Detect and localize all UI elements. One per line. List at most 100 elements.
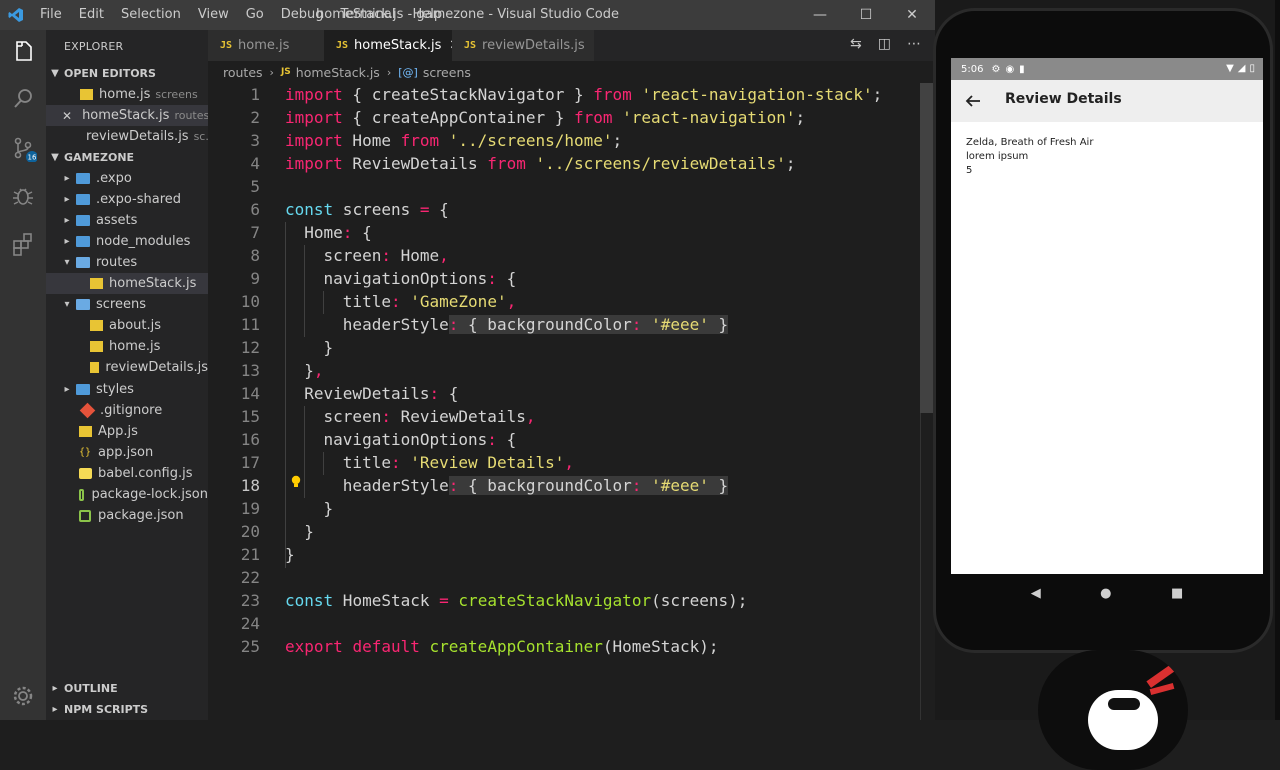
tree-folder[interactable]: ▾ screens bbox=[46, 294, 208, 315]
js-file-icon: JS bbox=[464, 40, 477, 51]
js-file-icon bbox=[79, 426, 92, 437]
tree-file[interactable]: babel.config.js bbox=[46, 463, 208, 484]
maximize-button[interactable]: ☐ bbox=[843, 0, 889, 30]
code-line: Home: { bbox=[285, 223, 372, 242]
search-icon[interactable] bbox=[9, 85, 37, 113]
code-line: title: 'GameZone', bbox=[285, 292, 517, 311]
project-label: GAMEZONE bbox=[64, 150, 135, 164]
open-editor-hint: routes bbox=[174, 109, 208, 122]
menu-help[interactable]: Help bbox=[412, 7, 442, 22]
close-window-button[interactable]: ✕ bbox=[889, 0, 935, 30]
tree-label: App.js bbox=[98, 424, 138, 439]
line-number: 20 bbox=[240, 522, 260, 541]
tree-label: about.js bbox=[109, 318, 162, 333]
line-number: 4 bbox=[250, 154, 260, 173]
npm-scripts-header[interactable]: ▸ NPM SCRIPTS bbox=[46, 699, 208, 719]
tab-label: reviewDetails.js bbox=[482, 38, 585, 53]
tab-reviewdetails[interactable]: JS reviewDetails.js bbox=[452, 30, 594, 61]
tree-file[interactable]: package.json bbox=[46, 505, 208, 526]
code-line: headerStyle: { backgroundColor: '#eee' } bbox=[285, 476, 729, 495]
title-bar: File Edit Selection View Go Debug Termin… bbox=[0, 0, 935, 30]
menu-selection[interactable]: Selection bbox=[121, 7, 181, 22]
app-header: Review Details bbox=[951, 80, 1263, 122]
signal-icon: ◢ bbox=[1237, 63, 1246, 74]
menu-debug[interactable]: Debug bbox=[281, 7, 324, 22]
tree-file[interactable]: .gitignore bbox=[46, 400, 208, 421]
code-line: import ReviewDetails from '../screens/re… bbox=[285, 154, 796, 173]
tree-file[interactable]: package-lock.json bbox=[46, 484, 208, 505]
menu-terminal[interactable]: Terminal bbox=[341, 7, 396, 22]
open-editor-item[interactable]: reviewDetails.js sc... bbox=[46, 126, 208, 147]
more-actions-icon[interactable]: ⋯ bbox=[907, 36, 921, 52]
tree-file[interactable]: about.js bbox=[46, 315, 208, 336]
tree-folder[interactable]: ▸ .expo bbox=[46, 168, 208, 189]
window-edge bbox=[1275, 0, 1280, 720]
line-number: 25 bbox=[240, 637, 260, 656]
code-line: navigationOptions: { bbox=[285, 269, 517, 288]
tree-folder[interactable]: ▾ routes bbox=[46, 252, 208, 273]
project-header[interactable]: ▼ GAMEZONE bbox=[46, 147, 208, 167]
tree-file[interactable]: App.js bbox=[46, 421, 208, 442]
minimize-button[interactable]: — bbox=[797, 0, 843, 30]
folder-icon bbox=[76, 384, 90, 395]
open-editor-item[interactable]: ✕ homeStack.js routes bbox=[46, 105, 208, 126]
back-arrow-icon[interactable] bbox=[965, 93, 981, 109]
explorer-icon[interactable] bbox=[9, 37, 37, 65]
menu-view[interactable]: View bbox=[198, 7, 229, 22]
menu-file[interactable]: File bbox=[40, 7, 62, 22]
menu-edit[interactable]: Edit bbox=[79, 7, 104, 22]
line-number: 19 bbox=[240, 499, 260, 518]
folder-icon bbox=[76, 194, 90, 205]
code-editor[interactable]: 1 2 3 4 5 6 7 8 9 10 11 12 13 14 15 16 17 18 19 20 21 22 23 24 2… bbox=[208, 83, 935, 720]
home-nav-icon[interactable]: ● bbox=[1100, 586, 1111, 601]
tree-folder[interactable]: ▸ .expo-shared bbox=[46, 189, 208, 210]
menu-go[interactable]: Go bbox=[246, 7, 264, 22]
tree-file[interactable]: reviewDetails.js bbox=[46, 357, 208, 378]
breadcrumb-symbol[interactable]: screens bbox=[423, 65, 471, 80]
tree-file[interactable]: homeStack.js bbox=[46, 273, 208, 294]
tree-label: styles bbox=[96, 382, 134, 397]
debug-icon[interactable] bbox=[9, 182, 37, 210]
js-file-icon bbox=[80, 89, 93, 100]
tree-label: assets bbox=[96, 213, 138, 228]
back-nav-icon[interactable]: ◀ bbox=[1031, 586, 1041, 601]
tree-label: node_modules bbox=[96, 234, 191, 249]
breadcrumb-file[interactable]: homeStack.js bbox=[296, 65, 380, 80]
tab-homestack[interactable]: JShomeStack.js✕ bbox=[324, 30, 460, 61]
outline-header[interactable]: ▸ OUTLINE bbox=[46, 678, 208, 698]
extensions-icon[interactable] bbox=[9, 230, 37, 258]
code-line: navigationOptions: { bbox=[285, 430, 517, 449]
app-header-title: Review Details bbox=[1005, 91, 1122, 107]
source-control-icon[interactable]: 16 bbox=[9, 134, 38, 163]
line-number: 9 bbox=[250, 269, 260, 288]
compare-icon[interactable]: ⇆ bbox=[850, 36, 862, 52]
scrollbar-thumb[interactable] bbox=[920, 83, 934, 413]
open-editors-header[interactable]: ▼ OPEN EDITORS bbox=[46, 63, 208, 83]
open-editor-hint: sc... bbox=[193, 130, 208, 143]
open-editor-item[interactable]: home.js screens bbox=[46, 84, 208, 105]
line-number: 18 bbox=[240, 476, 260, 495]
android-emulator: 5:06 ⚙ ◉ ▮ ▼ ◢ ▯ Review Details Zelda, B… bbox=[933, 8, 1273, 653]
line-number: 11 bbox=[240, 315, 260, 334]
split-editor-icon[interactable]: ◫ bbox=[878, 36, 891, 52]
activity-bar: 16 bbox=[0, 30, 46, 720]
settings-gear-icon[interactable] bbox=[9, 682, 37, 710]
js-file-icon: JS bbox=[220, 40, 233, 51]
tree-folder[interactable]: ▸ assets bbox=[46, 210, 208, 231]
tree-folder[interactable]: ▸ node_modules bbox=[46, 231, 208, 252]
open-editor-name: homeStack.js bbox=[82, 108, 170, 123]
recents-nav-icon[interactable]: ■ bbox=[1171, 586, 1183, 601]
tree-label: reviewDetails.js bbox=[105, 360, 208, 375]
tree-label: package.json bbox=[98, 508, 184, 523]
tab-home[interactable]: JS home.js bbox=[208, 30, 324, 61]
tab-label: home.js bbox=[238, 38, 290, 53]
line-number: 24 bbox=[240, 614, 260, 633]
code-line: import { createStackNavigator } from 're… bbox=[285, 85, 883, 104]
tree-folder[interactable]: ▸ styles bbox=[46, 379, 208, 400]
close-icon[interactable]: ✕ bbox=[62, 109, 72, 123]
breadcrumb-folder[interactable]: routes bbox=[223, 65, 263, 80]
tree-file[interactable]: {} app.json bbox=[46, 442, 208, 463]
git-icon bbox=[79, 402, 96, 419]
tree-file[interactable]: home.js bbox=[46, 336, 208, 357]
lightbulb-icon[interactable] bbox=[290, 475, 302, 489]
